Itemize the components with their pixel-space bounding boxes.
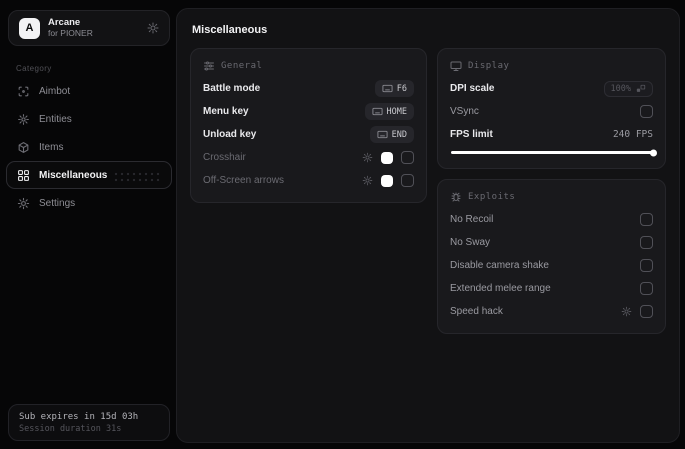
setting-row-no-sway: No Sway bbox=[450, 231, 653, 254]
gear-icon[interactable] bbox=[621, 306, 632, 317]
app-subtitle: for PIONER bbox=[48, 27, 93, 38]
sidebar-nav: Aimbot Entities Items Miscellaneous Sett… bbox=[0, 77, 178, 217]
gear-icon[interactable] bbox=[147, 22, 159, 34]
setting-label: No Sway bbox=[450, 237, 491, 248]
setting-label: DPI scale bbox=[450, 83, 495, 94]
setting-label: Menu key bbox=[203, 106, 249, 117]
setting-row-dpi-scale: DPI scale 100% bbox=[450, 77, 653, 100]
entities-icon bbox=[17, 113, 30, 126]
keybind-badge[interactable]: F6 bbox=[374, 80, 414, 97]
keybind-badge[interactable]: END bbox=[369, 126, 414, 143]
vsync-checkbox[interactable] bbox=[640, 105, 653, 118]
monitor-icon bbox=[450, 60, 462, 72]
sidebar-item-aimbot[interactable]: Aimbot bbox=[6, 77, 172, 105]
main-panel: Miscellaneous General Battle mode F6 Men… bbox=[176, 8, 680, 443]
setting-row-battle-mode: Battle mode F6 bbox=[203, 77, 414, 100]
app-window: A Arcane for PIONER Category Aimbot Enti… bbox=[0, 0, 685, 449]
app-logo: A bbox=[19, 17, 40, 39]
subscription-card: Sub expires in 15d 03h Session duration … bbox=[8, 404, 170, 441]
sidebar-item-entities[interactable]: Entities bbox=[6, 105, 172, 133]
fps-limit-slider[interactable] bbox=[451, 149, 657, 156]
display-card: Display DPI scale 100% VSync FPS limit 2… bbox=[437, 48, 666, 169]
sidebar-item-label: Entities bbox=[39, 113, 72, 125]
slider-knob[interactable] bbox=[650, 149, 657, 156]
setting-row-unload-key: Unload key END bbox=[203, 123, 414, 146]
dots-decoration bbox=[113, 171, 161, 182]
keyboard-icon bbox=[377, 129, 388, 140]
scaling-icon bbox=[636, 84, 646, 94]
sidebar-item-miscellaneous[interactable]: Miscellaneous bbox=[6, 161, 172, 189]
setting-row-crosshair: Crosshair bbox=[203, 146, 414, 169]
keybind-value: HOME bbox=[386, 106, 407, 117]
extended-melee-range-checkbox[interactable] bbox=[640, 282, 653, 295]
setting-label: Crosshair bbox=[203, 152, 246, 163]
sidebar: A Arcane for PIONER Category Aimbot Enti… bbox=[0, 0, 178, 449]
no-sway-checkbox[interactable] bbox=[640, 236, 653, 249]
setting-row-vsync: VSync bbox=[450, 100, 653, 123]
keyboard-icon bbox=[371, 106, 383, 117]
fps-limit-value: 240 FPS bbox=[612, 129, 653, 140]
bug-icon bbox=[450, 191, 462, 203]
exploits-card: Exploits No Recoil No Sway Disable camer… bbox=[437, 179, 666, 334]
setting-label: Extended melee range bbox=[450, 283, 551, 294]
sidebar-item-items[interactable]: Items bbox=[6, 133, 172, 161]
setting-label: Disable camera shake bbox=[450, 260, 549, 271]
setting-label: FPS limit bbox=[450, 129, 493, 140]
setting-label: Speed hack bbox=[450, 306, 503, 317]
setting-row-no-recoil: No Recoil bbox=[450, 208, 653, 231]
sidebar-item-label: Miscellaneous bbox=[39, 169, 108, 181]
offscreen-arrows-checkbox[interactable] bbox=[401, 174, 414, 187]
sidebar-item-label: Settings bbox=[39, 197, 76, 209]
gear-icon[interactable] bbox=[362, 152, 373, 163]
sliders-icon bbox=[203, 60, 215, 72]
category-label: Category bbox=[16, 64, 52, 73]
scan-icon bbox=[17, 85, 30, 98]
keybind-value: END bbox=[391, 129, 407, 140]
setting-label: Battle mode bbox=[203, 83, 261, 94]
app-name: Arcane bbox=[48, 16, 81, 28]
keybind-value: F6 bbox=[396, 83, 407, 94]
brand-card: A Arcane for PIONER bbox=[8, 10, 170, 46]
dpi-scale-badge[interactable]: 100% bbox=[603, 80, 653, 97]
general-card: General Battle mode F6 Menu key HOME Unl… bbox=[190, 48, 427, 203]
sidebar-item-label: Items bbox=[39, 141, 64, 153]
color-swatch[interactable] bbox=[381, 174, 393, 187]
setting-row-disable-camera-shake: Disable camera shake bbox=[450, 254, 653, 277]
color-swatch[interactable] bbox=[381, 151, 393, 164]
card-title: General bbox=[221, 61, 263, 71]
sidebar-item-label: Aimbot bbox=[39, 85, 71, 97]
crosshair-checkbox[interactable] bbox=[401, 151, 414, 164]
setting-row-speed-hack: Speed hack bbox=[450, 300, 653, 323]
setting-row-menu-key: Menu key HOME bbox=[203, 100, 414, 123]
setting-label: Off-Screen arrows bbox=[203, 175, 284, 186]
card-title: Display bbox=[468, 61, 510, 71]
setting-row-fps-limit: FPS limit 240 FPS bbox=[450, 123, 653, 146]
sub-expires-text: Sub expires in 15d 03h bbox=[19, 412, 139, 422]
setting-label: Unload key bbox=[203, 129, 257, 140]
session-duration-text: Session duration 31s bbox=[19, 424, 122, 434]
keyboard-icon bbox=[382, 83, 393, 94]
sidebar-item-settings[interactable]: Settings bbox=[6, 189, 172, 217]
setting-row-extended-melee-range: Extended melee range bbox=[450, 277, 653, 300]
grid-icon bbox=[17, 169, 30, 182]
page-title: Miscellaneous bbox=[192, 24, 268, 36]
speed-hack-checkbox[interactable] bbox=[640, 305, 653, 318]
keybind-badge[interactable]: HOME bbox=[364, 103, 414, 120]
gear-icon bbox=[17, 197, 30, 210]
no-recoil-checkbox[interactable] bbox=[640, 213, 653, 226]
card-title: Exploits bbox=[468, 192, 516, 202]
package-icon bbox=[17, 141, 30, 154]
disable-camera-shake-checkbox[interactable] bbox=[640, 259, 653, 272]
setting-row-offscreen-arrows: Off-Screen arrows bbox=[203, 169, 414, 192]
dpi-scale-value: 100% bbox=[610, 83, 631, 94]
setting-label: VSync bbox=[450, 106, 479, 117]
gear-icon[interactable] bbox=[362, 175, 373, 186]
setting-label: No Recoil bbox=[450, 214, 494, 225]
